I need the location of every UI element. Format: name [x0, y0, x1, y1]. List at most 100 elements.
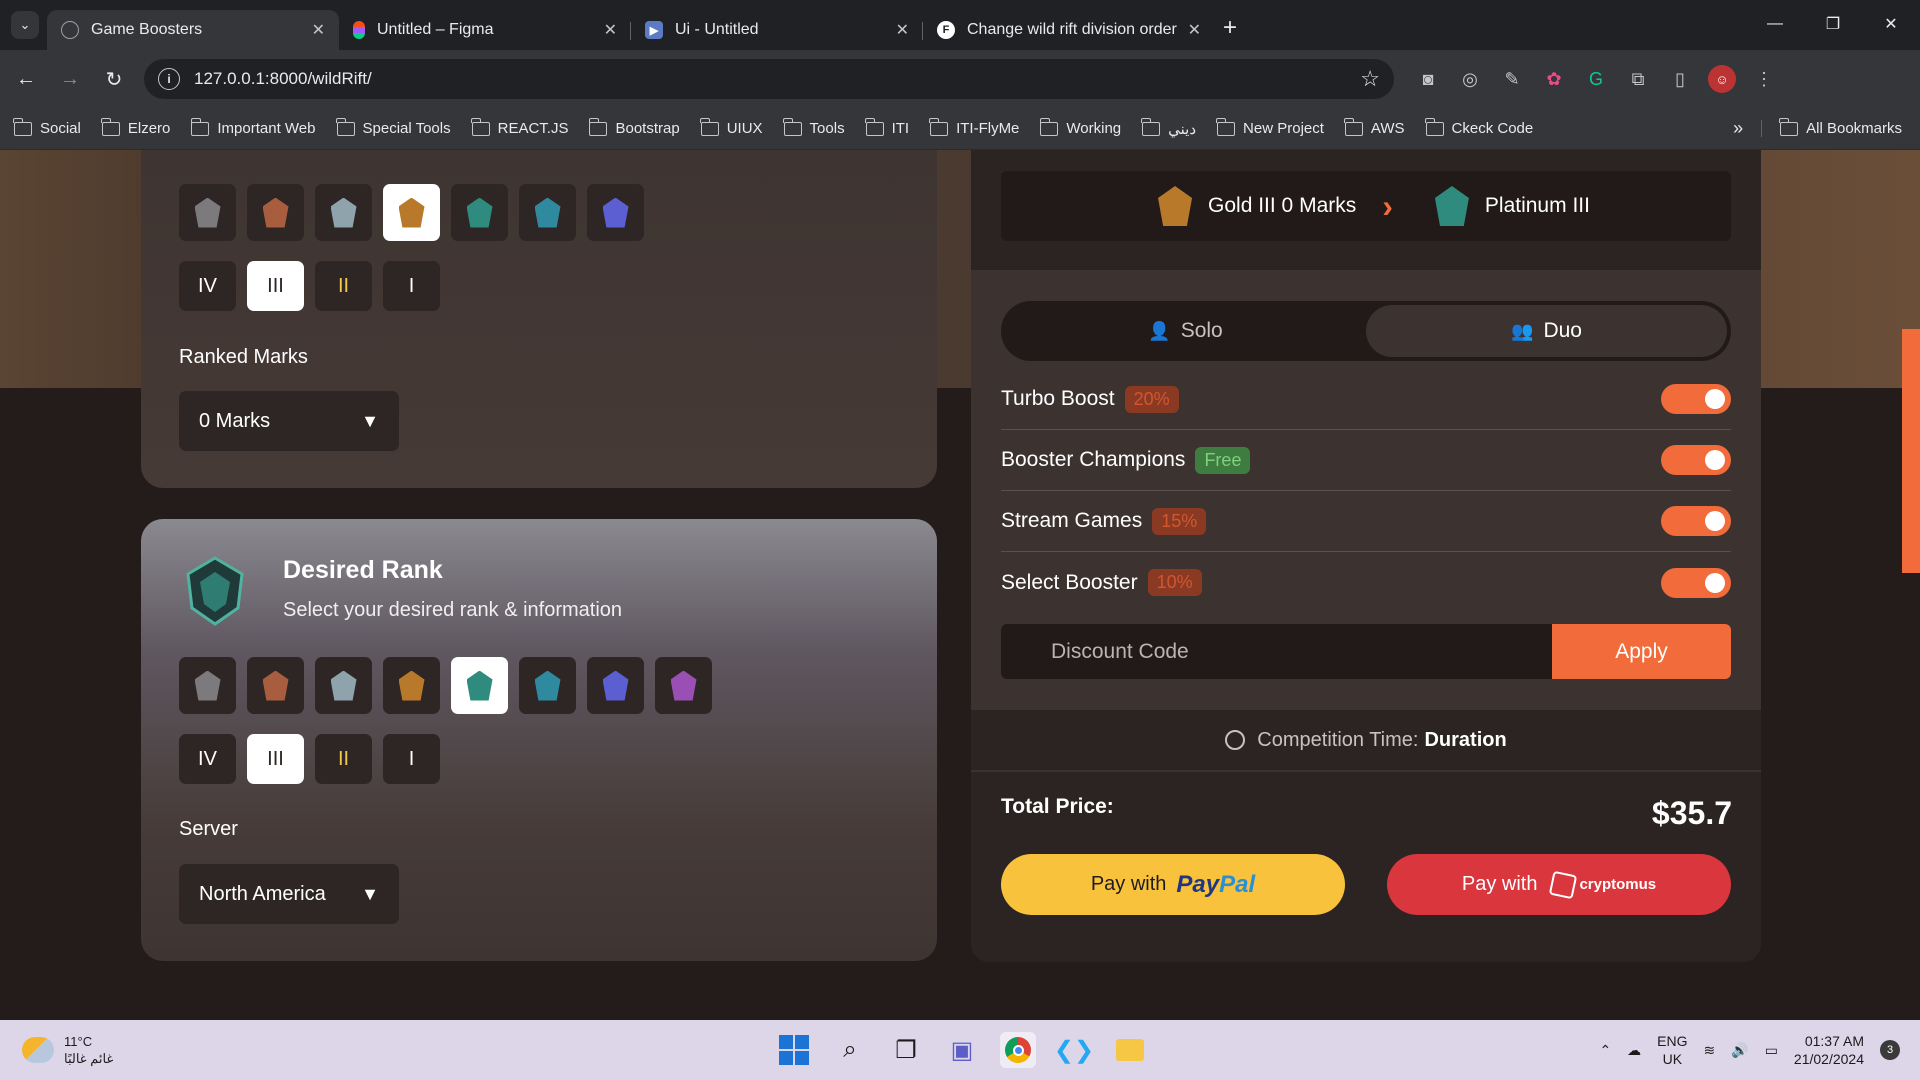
division-i-button[interactable]: I — [383, 734, 440, 784]
division-iii-button[interactable]: III — [247, 734, 304, 784]
bookmark-folder[interactable]: REACT.JS — [470, 117, 568, 137]
bookmark-folder[interactable]: Special Tools — [335, 117, 451, 137]
bookmark-folder[interactable]: UIUX — [699, 117, 763, 137]
tab-figma[interactable]: Untitled – Figma ✕ — [339, 10, 631, 50]
all-bookmarks-button[interactable]: All Bookmarks — [1761, 117, 1902, 137]
rank-master-button[interactable] — [655, 657, 712, 714]
chevron-up-icon[interactable]: ⌃ — [1599, 1042, 1611, 1059]
rank-gold-button[interactable] — [383, 184, 440, 241]
rank-platinum-button[interactable] — [451, 657, 508, 714]
division-ii-button[interactable]: II — [315, 734, 372, 784]
bookmark-folder[interactable]: Bootstrap — [588, 117, 680, 137]
file-explorer-icon[interactable] — [1112, 1032, 1148, 1068]
pay-with-paypal-button[interactable]: Pay with PayPal — [1001, 854, 1345, 915]
rank-diamond-button[interactable] — [587, 184, 644, 241]
wifi-icon[interactable]: ≋ — [1704, 1042, 1716, 1059]
language-indicator[interactable]: ENG UK — [1657, 1032, 1687, 1068]
division-ii-button[interactable]: II — [315, 261, 372, 311]
bookmark-folder[interactable]: AWS — [1344, 117, 1405, 137]
teams-chat-icon[interactable]: ▣ — [944, 1032, 980, 1068]
bookmark-folder[interactable]: Tools — [782, 117, 845, 137]
bookmark-folder[interactable]: ITI-FlyMe — [929, 117, 1019, 137]
color-picker-icon[interactable]: ✿ — [1540, 65, 1568, 93]
rank-iron-button[interactable] — [179, 657, 236, 714]
minimize-icon[interactable]: — — [1746, 0, 1804, 48]
bookmark-folder[interactable]: ديني — [1141, 117, 1196, 138]
chrome-icon[interactable] — [1000, 1032, 1036, 1068]
bookmark-folder[interactable]: ITI — [864, 117, 909, 137]
solo-mode-button[interactable]: 👤 Solo — [1005, 305, 1366, 357]
forward-arrow-icon[interactable]: → — [52, 61, 88, 97]
bookmark-folder[interactable]: New Project — [1216, 117, 1324, 137]
duo-mode-button[interactable]: 👥 Duo — [1366, 305, 1727, 357]
rank-emerald-button[interactable] — [519, 657, 576, 714]
rank-platinum-button[interactable] — [451, 184, 508, 241]
search-icon[interactable]: ⌕ — [832, 1032, 868, 1068]
ranked-marks-select[interactable]: 0 Marks ▼ — [179, 391, 399, 451]
rank-silver-button[interactable] — [315, 184, 372, 241]
rank-emerald-button[interactable] — [519, 184, 576, 241]
rank-bronze-button[interactable] — [247, 657, 304, 714]
vscode-icon[interactable]: ❮❯ — [1054, 1032, 1094, 1068]
rank-iron-button[interactable] — [179, 184, 236, 241]
address-bar[interactable]: i 127.0.0.1:8000/wildRift/ ☆ — [144, 59, 1394, 99]
sidepanel-icon[interactable]: ▯ — [1666, 65, 1694, 93]
close-window-icon[interactable]: ✕ — [1862, 0, 1920, 48]
menu-icon[interactable]: ⋮ — [1750, 65, 1778, 93]
select-booster-toggle[interactable] — [1661, 567, 1731, 598]
new-tab-button[interactable]: + — [1223, 14, 1237, 42]
scrollbar-thumb[interactable] — [1902, 329, 1920, 573]
booster-champions-toggle[interactable] — [1661, 445, 1731, 475]
rank-bronze-button[interactable] — [247, 184, 304, 241]
bookmark-folder[interactable]: Important Web — [190, 117, 316, 137]
close-tab-icon[interactable]: ✕ — [604, 20, 617, 40]
server-select[interactable]: North America ▼ — [179, 864, 399, 924]
stream-games-toggle[interactable] — [1661, 506, 1731, 536]
total-price-value: $35.7 — [1651, 795, 1732, 831]
avatar[interactable]: ☺ — [1708, 65, 1736, 93]
division-i-button[interactable]: I — [383, 261, 440, 311]
site-info-icon[interactable]: i — [158, 68, 180, 90]
close-tab-icon[interactable]: ✕ — [312, 20, 325, 40]
restore-icon[interactable]: ❐ — [1804, 0, 1862, 48]
eyedropper-icon[interactable]: ✎ — [1498, 65, 1526, 93]
ranked-marks-label: Ranked Marks — [179, 346, 308, 368]
turbo-boost-toggle[interactable] — [1661, 384, 1731, 414]
back-arrow-icon[interactable]: ← — [8, 61, 44, 97]
windows-start-icon[interactable] — [776, 1032, 812, 1068]
bookmark-folder[interactable]: Elzero — [101, 117, 170, 137]
pay-with-cryptomus-button[interactable]: Pay with cryptomus — [1387, 854, 1731, 915]
more-bookmarks-icon[interactable]: » — [1733, 118, 1743, 139]
bookmark-folder[interactable]: Working — [1039, 117, 1121, 137]
clock-date[interactable]: 01:37 AM 21/02/2024 — [1794, 1032, 1864, 1068]
close-tab-icon[interactable]: ✕ — [1188, 20, 1201, 40]
gold-emblem-icon — [1158, 186, 1193, 226]
weather-widget[interactable]: 11°C غائم غالبًا — [22, 1033, 113, 1067]
discount-code-input[interactable]: Discount Code — [1001, 624, 1552, 679]
division-iii-button[interactable]: III — [247, 261, 304, 311]
division-iv-button[interactable]: IV — [179, 734, 236, 784]
bookmark-folder[interactable]: Ckeck Code — [1424, 117, 1533, 137]
bookmark-folder[interactable]: Social — [13, 117, 81, 137]
bookmark-star-icon[interactable]: ☆ — [1360, 66, 1380, 92]
rank-diamond-button[interactable] — [587, 657, 644, 714]
division-iv-button[interactable]: IV — [179, 261, 236, 311]
notification-badge[interactable]: 3 — [1880, 1040, 1900, 1060]
cloud-icon[interactable]: ☁ — [1627, 1042, 1641, 1059]
tab-change-wild-rift[interactable]: F Change wild rift division order | ✕ — [923, 10, 1215, 50]
tab-ui-untitled[interactable]: ▶ Ui - Untitled ✕ — [631, 10, 923, 50]
puzzle-icon[interactable]: ⧉ — [1624, 65, 1652, 93]
battery-icon[interactable]: ▭ — [1765, 1042, 1778, 1059]
target-icon[interactable]: ◎ — [1456, 65, 1484, 93]
tab-game-boosters[interactable]: Game Boosters ✕ — [47, 10, 339, 50]
rank-gold-button[interactable] — [383, 657, 440, 714]
grammarly-icon[interactable]: G — [1582, 65, 1610, 93]
apply-button[interactable]: Apply — [1552, 624, 1731, 679]
reload-icon[interactable]: ↻ — [96, 61, 132, 97]
task-view-icon[interactable]: ❐ — [888, 1032, 924, 1068]
tab-search-button[interactable]: ⌄ — [11, 11, 39, 39]
close-tab-icon[interactable]: ✕ — [896, 20, 909, 40]
rank-silver-button[interactable] — [315, 657, 372, 714]
camera-icon[interactable]: ◙ — [1414, 65, 1442, 93]
volume-icon[interactable]: 🔊 — [1731, 1042, 1748, 1059]
